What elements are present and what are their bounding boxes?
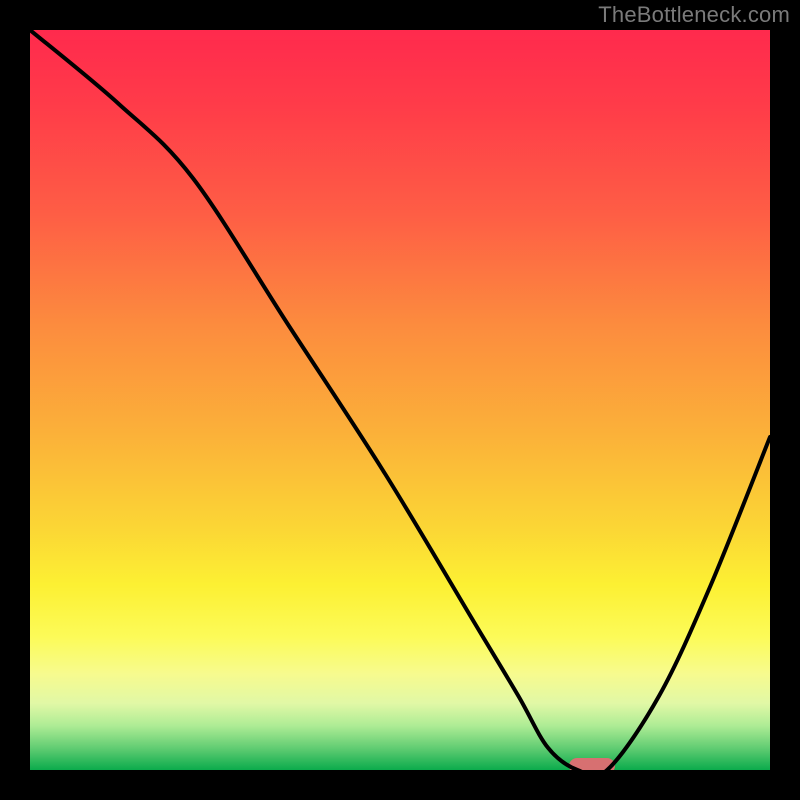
plot-area	[30, 30, 770, 770]
chart-frame: TheBottleneck.com	[0, 0, 800, 800]
watermark-text: TheBottleneck.com	[598, 2, 790, 28]
curve-path	[30, 30, 770, 770]
bottleneck-curve	[30, 30, 770, 770]
